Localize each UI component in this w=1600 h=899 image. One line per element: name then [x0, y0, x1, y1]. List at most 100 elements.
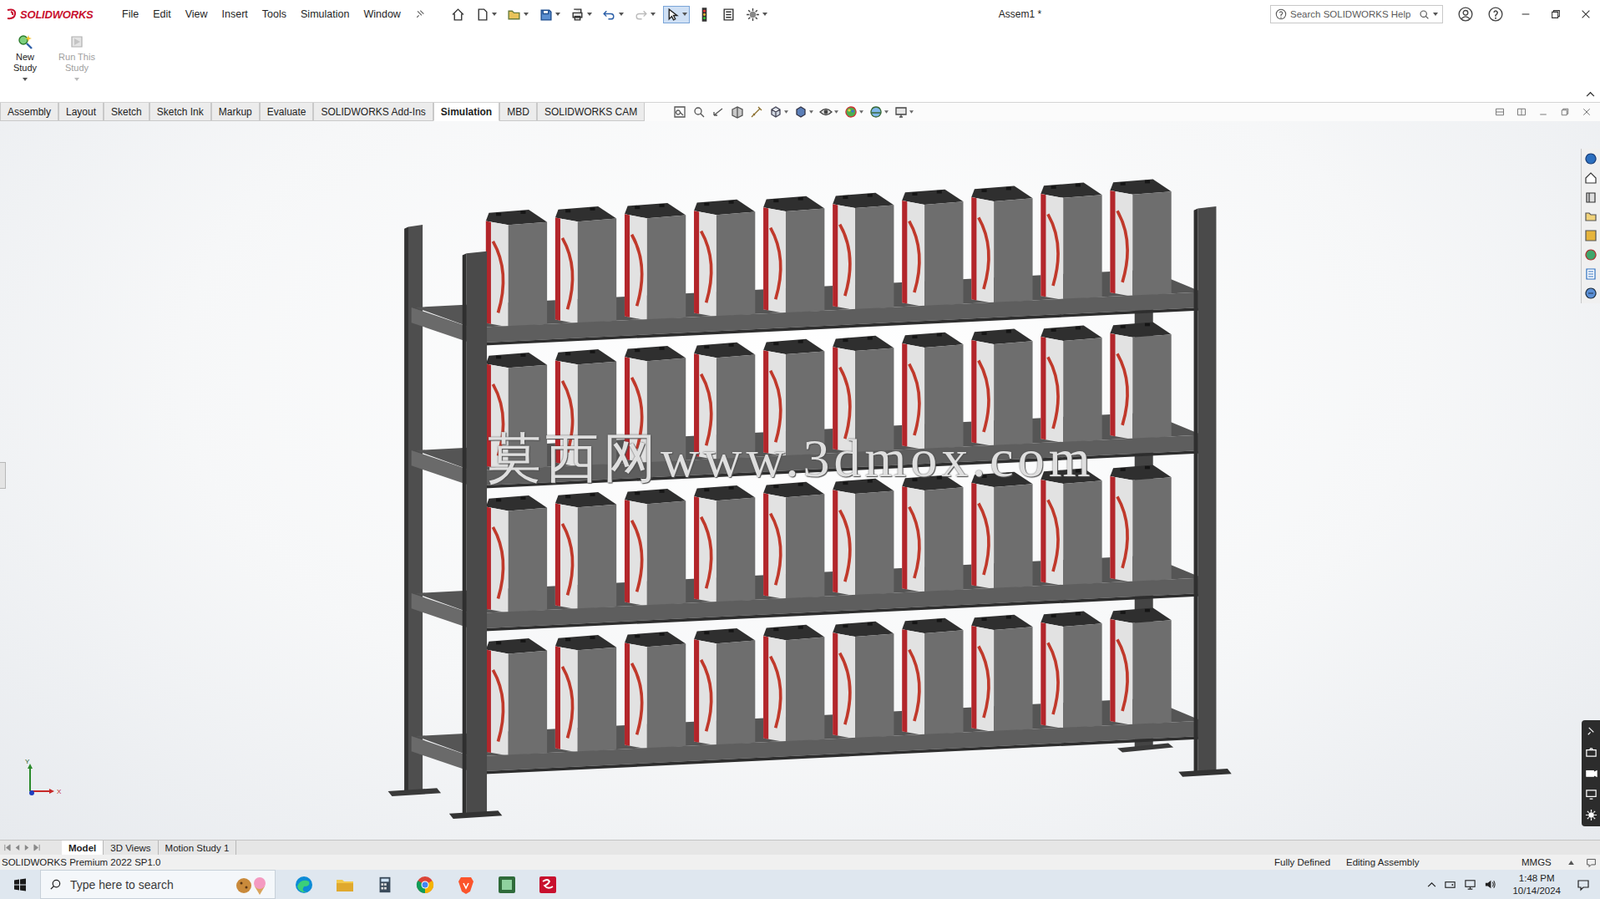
toolbar-button[interactable]	[631, 5, 659, 24]
toolbar-button[interactable]	[567, 5, 595, 24]
user-icon[interactable]	[1458, 6, 1474, 22]
custom-properties-icon[interactable]	[1584, 267, 1598, 281]
scenes-icon[interactable]	[1584, 248, 1598, 262]
toolbar-button[interactable]	[448, 5, 468, 24]
tile-horizontal-icon[interactable]	[1494, 106, 1505, 117]
help-search-field[interactable]: Search SOLIDWORKS Help	[1270, 5, 1444, 24]
search-icon[interactable]	[1418, 9, 1430, 21]
collapse-ribbon-icon[interactable]	[1585, 91, 1595, 97]
toolbar-button[interactable]	[599, 5, 627, 24]
toolbar-button[interactable]	[504, 5, 532, 24]
next-tab-icon[interactable]	[23, 843, 31, 851]
status-item[interactable]: Fully Defined	[1274, 856, 1347, 867]
command-tab[interactable]: Layout	[58, 102, 104, 122]
notifications-icon[interactable]	[1576, 877, 1590, 892]
doc-restore-icon[interactable]	[1559, 106, 1570, 117]
command-tab[interactable]: MBD	[499, 102, 537, 122]
edge-browser-icon[interactable]	[293, 874, 314, 895]
view-button[interactable]	[769, 105, 789, 119]
view-button[interactable]	[844, 105, 864, 119]
dropdown-caret-icon[interactable]	[22, 77, 28, 82]
network-icon[interactable]	[1463, 877, 1477, 891]
solidworks-forum-icon[interactable]	[1584, 286, 1598, 300]
command-tab[interactable]: Simulation	[433, 102, 500, 122]
doc-minimize-icon[interactable]	[1538, 106, 1549, 117]
command-tab[interactable]: Markup	[211, 102, 260, 122]
view-button[interactable]	[869, 105, 889, 119]
solidworks-logo[interactable]: SOLIDWORKS	[5, 7, 122, 21]
view-button[interactable]	[894, 105, 914, 119]
panel-handle[interactable]	[0, 461, 6, 489]
close-icon[interactable]	[1579, 8, 1592, 21]
command-tab[interactable]: Sketch Ink	[149, 102, 212, 122]
toolbar-button[interactable]	[536, 5, 563, 24]
view-button[interactable]	[673, 105, 687, 119]
model-tab[interactable]: Model	[61, 840, 104, 855]
status-item[interactable]: MMGS	[1521, 856, 1569, 867]
doc-close-icon[interactable]	[1581, 106, 1592, 117]
model-tab[interactable]: Motion Study 1	[158, 840, 238, 855]
tile-vertical-icon[interactable]	[1516, 106, 1527, 117]
solidworks-app-icon[interactable]	[537, 874, 558, 895]
menu-item[interactable]: Window	[363, 8, 400, 21]
first-tab-icon[interactable]	[3, 843, 11, 851]
calculator-icon[interactable]	[375, 875, 395, 894]
green-app-icon[interactable]	[496, 874, 517, 895]
show-hidden-icons-icon[interactable]	[1427, 881, 1437, 887]
battery-rack-model[interactable]	[377, 169, 1246, 833]
toolbar-button[interactable]	[718, 5, 739, 24]
brave-browser-icon[interactable]	[455, 874, 476, 895]
view-button[interactable]	[730, 105, 745, 119]
ribbon-button[interactable]: New Study	[3, 33, 47, 82]
graphics-area[interactable]: 莫西网www.3dmox.comYX	[0, 121, 1600, 840]
pin-toolbar-icon[interactable]	[1584, 724, 1598, 738]
view-button[interactable]	[819, 105, 839, 119]
view-button[interactable]	[794, 105, 814, 119]
file-explorer-icon[interactable]	[334, 874, 355, 895]
menu-item[interactable]: View	[185, 8, 208, 21]
screen-icon[interactable]	[1584, 787, 1598, 800]
camera-icon[interactable]	[1584, 745, 1598, 759]
toolbar-button[interactable]	[663, 5, 690, 24]
menu-item[interactable]: File	[121, 8, 139, 21]
menu-item[interactable]: Edit	[152, 8, 172, 21]
toolbar-button[interactable]	[694, 5, 714, 24]
file-explorer-icon[interactable]	[1584, 190, 1598, 204]
view-button[interactable]	[749, 105, 764, 119]
toolbar-button[interactable]	[743, 5, 770, 24]
status-item[interactable]: Editing Assembly	[1346, 856, 1522, 867]
view-palette-icon[interactable]	[1584, 209, 1598, 223]
appearances-icon[interactable]	[1584, 228, 1598, 243]
view-button[interactable]	[711, 105, 725, 119]
command-tab[interactable]: Assembly	[0, 102, 59, 122]
solidworks-resources-icon[interactable]	[1584, 151, 1598, 166]
design-library-icon[interactable]	[1584, 171, 1598, 185]
model-tab[interactable]: 3D Views	[103, 840, 158, 855]
view-button[interactable]	[692, 105, 706, 119]
tooltip-icon[interactable]	[1585, 856, 1597, 868]
last-tab-icon[interactable]	[33, 843, 41, 851]
record-video-icon[interactable]	[1584, 766, 1598, 780]
menu-item[interactable]: Simulation	[300, 8, 350, 21]
menu-item[interactable]: Insert	[222, 8, 249, 21]
minimize-icon[interactable]	[1519, 8, 1532, 21]
search-dropdown-icon[interactable]	[1432, 12, 1438, 16]
volume-icon[interactable]	[1483, 877, 1497, 891]
toolbar-button[interactable]	[472, 5, 500, 24]
chrome-browser-icon[interactable]	[415, 874, 436, 895]
command-tab[interactable]: SOLIDWORKS CAM	[536, 102, 645, 122]
pin-icon[interactable]	[414, 9, 426, 21]
command-tab[interactable]: Sketch	[103, 102, 150, 122]
dropdown-caret-icon[interactable]	[74, 77, 80, 82]
help-icon[interactable]	[1488, 6, 1504, 22]
clock[interactable]: 1:48 PM10/14/2024	[1512, 871, 1561, 897]
ribbon-button[interactable]: Run This Study	[55, 33, 99, 82]
command-tab[interactable]: SOLIDWORKS Add-Ins	[313, 102, 433, 122]
menu-item[interactable]: Tools	[262, 8, 287, 21]
previous-tab-icon[interactable]	[13, 843, 21, 851]
restore-icon[interactable]	[1549, 8, 1562, 21]
start-button[interactable]	[0, 869, 41, 899]
command-tab[interactable]: Evaluate	[259, 102, 314, 122]
taskbar-search-box[interactable]: Type here to search	[40, 869, 276, 899]
units-menu-icon[interactable]	[1568, 860, 1575, 865]
